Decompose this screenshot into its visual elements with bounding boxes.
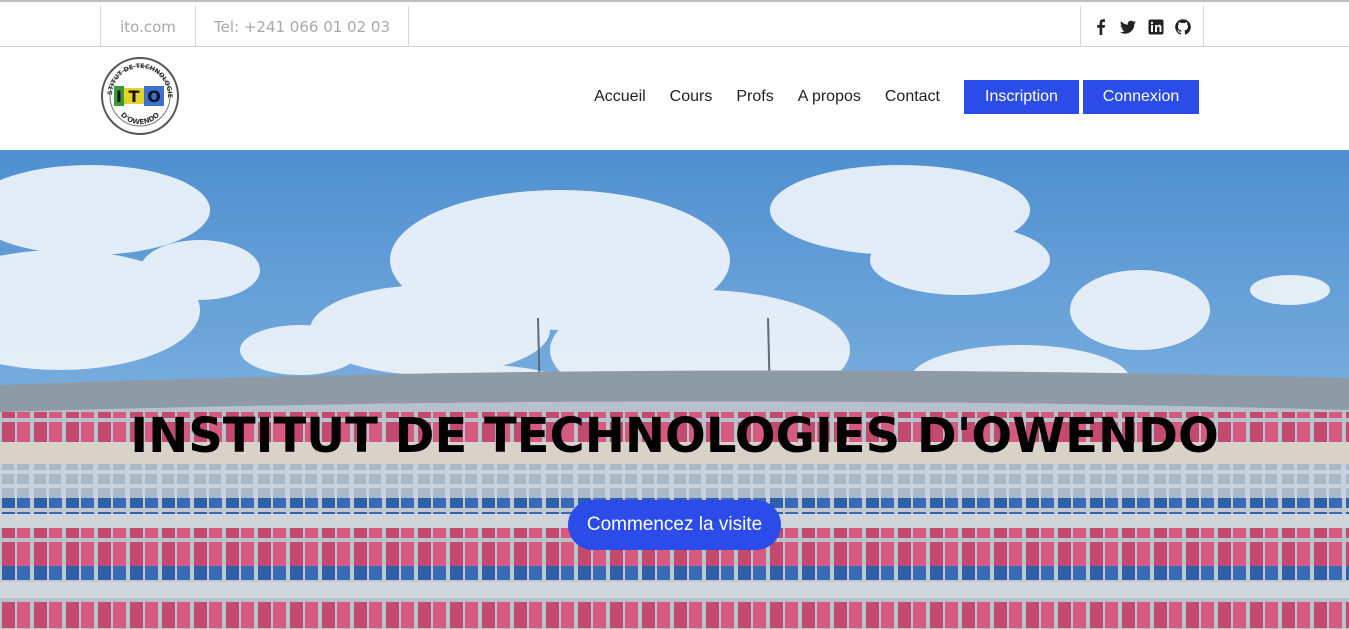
ito-logo[interactable]: INSTITUT DE TECHNOLOGIES D'OWENDO I T O [97, 51, 180, 136]
connexion-button[interactable]: Connexion [1083, 80, 1199, 114]
linkedin-icon[interactable] [1147, 18, 1165, 36]
svg-text:T: T [129, 87, 140, 106]
hero-background-image [0, 150, 1349, 629]
facebook-icon[interactable] [1092, 18, 1110, 36]
main-navbar: INSTITUT DE TECHNOLOGIES D'OWENDO I T O … [0, 47, 1349, 150]
hero-section: INSTITUT DE TECHNOLOGIES D'OWENDO Commen… [0, 150, 1349, 629]
twitter-icon[interactable] [1119, 18, 1137, 36]
nav-contact[interactable]: Contact [885, 80, 940, 114]
svg-text:O: O [147, 87, 161, 106]
phone-text: Tel: +241 066 01 02 03 [195, 6, 409, 48]
social-links [1080, 6, 1204, 48]
hero-title: INSTITUT DE TECHNOLOGIES D'OWENDO [130, 408, 1219, 464]
inscription-button[interactable]: Inscription [964, 80, 1079, 114]
nav-a-propos[interactable]: A propos [798, 80, 861, 114]
nav-accueil[interactable]: Accueil [594, 80, 646, 114]
nav-cours[interactable]: Cours [670, 80, 713, 114]
nav-profs[interactable]: Profs [736, 80, 773, 114]
github-icon[interactable] [1174, 18, 1192, 36]
nav-menu: Accueil Cours Profs A propos Contact Ins… [594, 80, 1199, 114]
top-bar: ito.com Tel: +241 066 01 02 03 [0, 0, 1349, 48]
start-visit-button[interactable]: Commencez la visite [568, 500, 781, 550]
svg-text:I: I [116, 87, 122, 106]
domain-text: ito.com [100, 6, 195, 48]
